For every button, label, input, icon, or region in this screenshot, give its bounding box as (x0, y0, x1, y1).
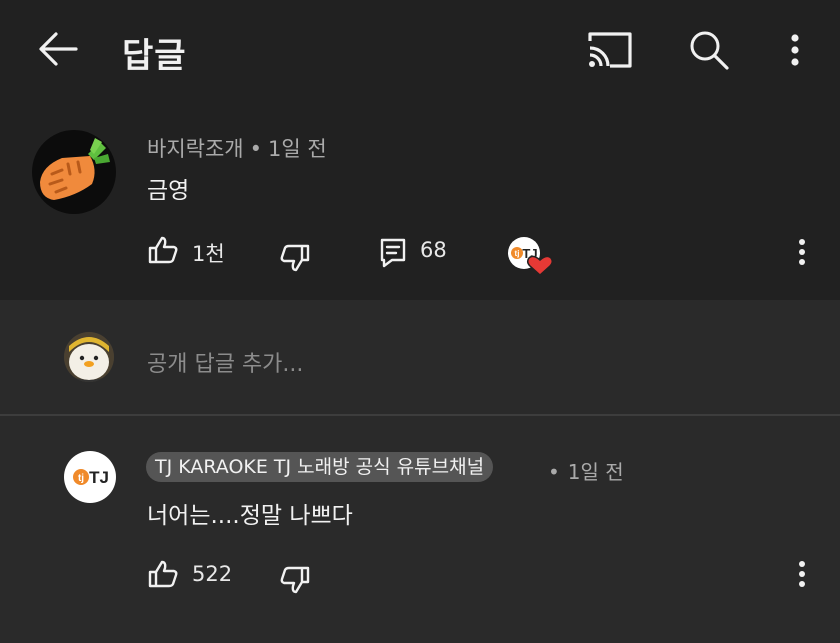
carrot-avatar-icon (40, 138, 110, 200)
user-avatar (64, 332, 114, 382)
channel-avatar[interactable]: tj TJ (64, 451, 116, 503)
meta-separator: • (249, 137, 262, 161)
svg-text:TJ: TJ (89, 468, 109, 487)
reply-meta: • 1일 전 (548, 456, 624, 485)
creator-heart-badge: tj TJ (508, 237, 554, 277)
reply-comment-icon[interactable] (380, 238, 406, 268)
reply-count[interactable]: 68 (420, 238, 447, 262)
thumb-up-icon[interactable] (148, 236, 178, 264)
reply-time: 1일 전 (567, 460, 624, 484)
avatar[interactable] (32, 130, 116, 214)
like-count: 522 (192, 562, 233, 586)
cast-icon[interactable] (586, 30, 634, 70)
comment-meta: 바지락조개 • 1일 전 (147, 133, 327, 163)
search-icon[interactable] (688, 29, 730, 71)
comment-more-icon[interactable] (790, 238, 814, 266)
thumb-down-icon[interactable] (280, 566, 310, 594)
svg-text:tj: tj (515, 249, 520, 258)
reply-comment: tj TJ TJ KARAOKE TJ 노래방 공식 유튜브채널 • 1일 전 너… (0, 416, 840, 643)
reply-more-icon[interactable] (790, 560, 814, 588)
svg-text:tj: tj (78, 473, 84, 484)
main-comment: 바지락조개 • 1일 전 금영 1천 68 tj TJ (0, 98, 840, 300)
page-title: 답글 (122, 36, 187, 76)
more-vert-icon[interactable] (780, 30, 810, 70)
thumb-up-icon[interactable] (148, 560, 178, 588)
comment-text: 금영 (147, 178, 190, 204)
add-reply-input[interactable]: 공개 답글 추가... (147, 346, 303, 378)
channel-name-chip[interactable]: TJ KARAOKE TJ 노래방 공식 유튜브채널 (146, 452, 494, 482)
like-count: 1천 (192, 242, 225, 266)
add-reply-row[interactable]: 공개 답글 추가... (0, 300, 840, 414)
reply-text: 너어는....정말 나쁘다 (147, 503, 353, 529)
tj-logo-icon: tj TJ (73, 468, 109, 487)
app-bar: 답글 (0, 0, 840, 98)
arrow-left-icon[interactable] (36, 29, 80, 69)
comment-author[interactable]: 바지락조개 (147, 137, 244, 161)
penguin-avatar-icon (64, 332, 114, 382)
meta-separator: • (548, 460, 560, 484)
thumb-down-icon[interactable] (280, 244, 310, 272)
heart-icon (526, 255, 554, 277)
comment-time: 1일 전 (268, 137, 327, 161)
